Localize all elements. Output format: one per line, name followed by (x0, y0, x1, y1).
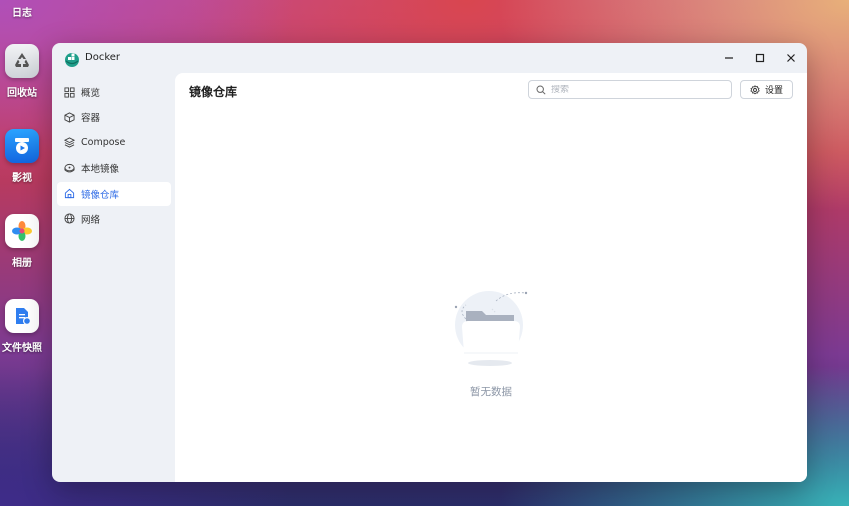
sidebar-item-overview[interactable]: 概览 (57, 80, 171, 104)
sidebar-item-label: 本地镜像 (81, 164, 120, 176)
desktop-item-video[interactable]: 影视 (0, 129, 44, 184)
recycle-bin-icon (5, 44, 39, 78)
photos-icon (5, 214, 39, 248)
empty-folder-icon (454, 291, 528, 366)
close-icon (787, 54, 795, 62)
search-icon (536, 84, 546, 95)
grid-icon (64, 86, 75, 98)
docker-window: Docker 概览 容器 Compose 本地镜像 镜像仓库 网络 镜像仓库 搜… (52, 43, 807, 482)
desktop-item-label: 回收站 (7, 88, 37, 99)
window-title: Docker (85, 52, 121, 63)
sidebar-item-label: 容器 (81, 113, 101, 125)
desktop-item-label: 影视 (12, 173, 32, 184)
sidebar-item-containers[interactable]: 容器 (57, 105, 171, 129)
file-snapshot-icon (5, 299, 39, 333)
empty-state-text: 暂无数据 (470, 386, 512, 398)
sidebar-item-label: 镜像仓库 (81, 189, 120, 201)
cube-icon (64, 112, 75, 123)
desktop-item-label: 文件快照 (2, 343, 42, 354)
sidebar-item-label: 概览 (81, 88, 101, 99)
sidebar-item-network[interactable]: 网络 (57, 207, 171, 231)
search-input[interactable] (551, 84, 721, 95)
search-box[interactable] (528, 80, 732, 99)
desktop-item-photos[interactable]: 相册 (0, 214, 44, 269)
docker-logo-icon (65, 53, 79, 67)
settings-button[interactable]: 设置 (740, 80, 793, 99)
main-content: 镜像仓库 设置 暂无数据 (175, 73, 807, 482)
sidebar-item-local-images[interactable]: 本地镜像 (57, 156, 171, 180)
title-bar: Docker (52, 43, 807, 73)
disk-icon (64, 163, 75, 173)
desktop-item-file-snapshot[interactable]: 文件快照 (0, 299, 44, 354)
gear-icon (750, 84, 760, 94)
minimize-icon (725, 57, 733, 59)
desktop-item-label: 日志 (12, 8, 32, 19)
sidebar-item-label: Compose (81, 137, 126, 149)
sidebar-item-image-registry[interactable]: 镜像仓库 (57, 181, 171, 206)
sidebar-item-label: 网络 (81, 214, 101, 226)
home-icon (64, 188, 75, 199)
maximize-icon (755, 53, 765, 63)
layers-icon (64, 137, 75, 148)
desktop-item-label: 相册 (12, 258, 32, 269)
desktop-item-log[interactable]: 日志 (0, 4, 44, 19)
page-title: 镜像仓库 (189, 85, 238, 99)
desktop-item-recycle-bin[interactable]: 回收站 (0, 44, 44, 99)
minimize-button[interactable] (719, 49, 739, 67)
globe-icon (64, 213, 75, 224)
close-button[interactable] (781, 49, 801, 67)
sidebar-item-compose[interactable]: Compose (57, 131, 171, 155)
settings-label: 设置 (764, 86, 783, 96)
maximize-button[interactable] (750, 49, 770, 67)
sidebar: 概览 容器 Compose 本地镜像 镜像仓库 网络 (57, 80, 171, 232)
video-icon (5, 129, 39, 163)
